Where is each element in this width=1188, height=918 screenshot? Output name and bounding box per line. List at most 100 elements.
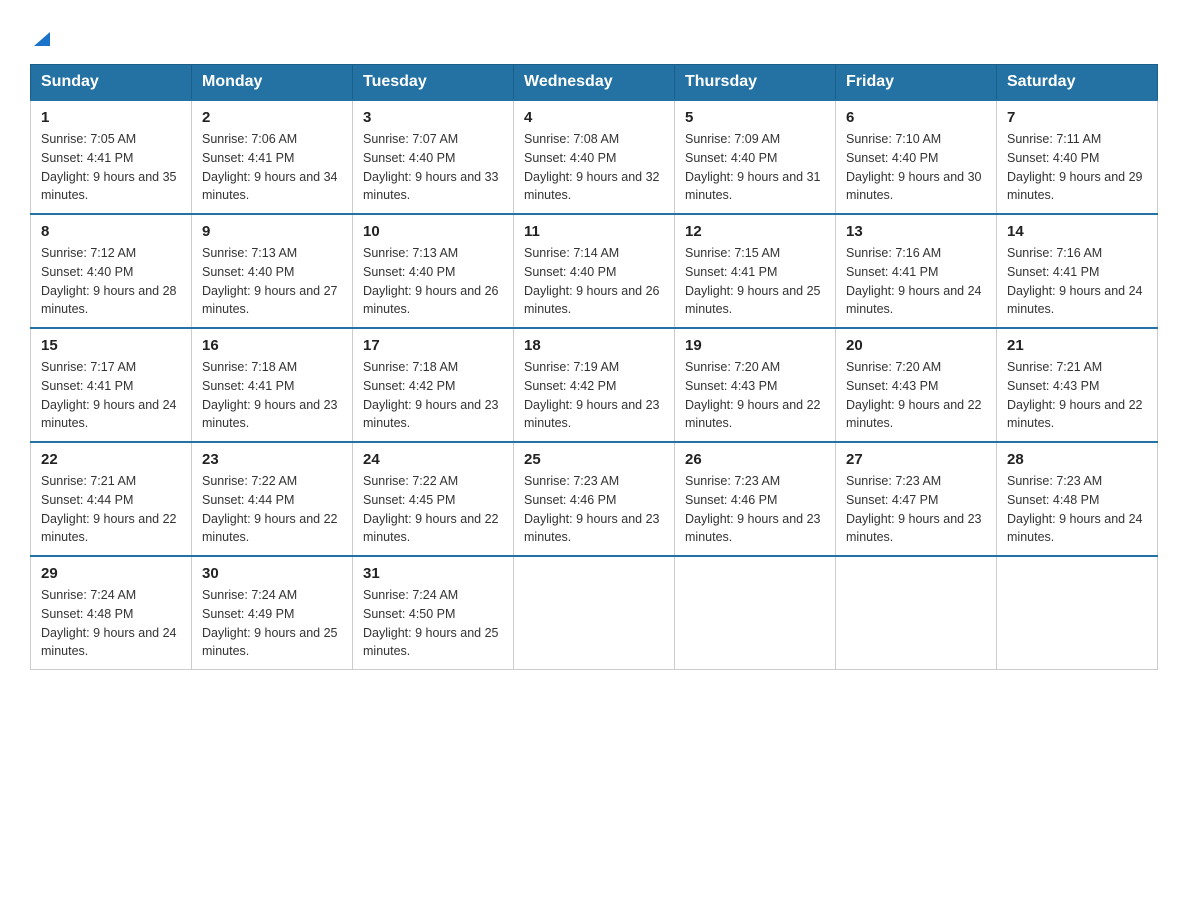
calendar-cell: 5 Sunrise: 7:09 AM Sunset: 4:40 PM Daylight… <box>675 100 836 214</box>
sunset-text: Sunset: 4:49 PM <box>202 607 294 621</box>
calendar-cell: 14Sunrise: 7:16 AMSunset: 4:41 PMDayligh… <box>997 214 1158 328</box>
calendar-cell: 30Sunrise: 7:24 AMSunset: 4:49 PMDayligh… <box>192 556 353 670</box>
day-info: Sunrise: 7:16 AMSunset: 4:41 PMDaylight:… <box>846 244 986 319</box>
sunrise-text: Sunrise: 7:21 AM <box>41 474 136 488</box>
calendar-header-row: SundayMondayTuesdayWednesdayThursdayFrid… <box>31 65 1158 101</box>
calendar-cell: 9Sunrise: 7:13 AMSunset: 4:40 PMDaylight… <box>192 214 353 328</box>
daylight-text: Daylight: 9 hours and 25 minutes. <box>202 626 338 659</box>
sunset-text: Sunset: 4:40 PM <box>363 151 455 165</box>
sunset-text: Sunset: 4:40 PM <box>363 265 455 279</box>
calendar-cell: 13Sunrise: 7:16 AMSunset: 4:41 PMDayligh… <box>836 214 997 328</box>
sunset-text: Sunset: 4:41 PM <box>41 379 133 393</box>
daylight-text: Daylight: 9 hours and 23 minutes. <box>846 512 982 545</box>
day-number: 17 <box>363 337 503 354</box>
sunset-text: Sunset: 4:41 PM <box>202 151 294 165</box>
calendar-cell <box>514 556 675 670</box>
sunset-text: Sunset: 4:41 PM <box>685 265 777 279</box>
sunrise-text: Sunrise: 7:11 AM <box>1007 132 1101 146</box>
day-info: Sunrise: 7:18 AM Sunset: 4:41 PM Daylight:… <box>202 358 342 433</box>
sunrise-text: Sunrise: 7:20 AM <box>685 360 780 374</box>
sunrise-text: Sunrise: 7:18 AM <box>363 360 458 374</box>
daylight-text: Daylight: 9 hours and 35 minutes. <box>41 170 177 203</box>
sunrise-text: Sunrise: 7:16 AM <box>1007 246 1102 260</box>
day-info: Sunrise: 7:07 AMSunset: 4:40 PMDaylight:… <box>363 130 503 205</box>
day-info: Sunrise: 7:13 AMSunset: 4:40 PMDaylight:… <box>363 244 503 319</box>
logo-blue-text <box>30 20 52 52</box>
calendar-cell: 15Sunrise: 7:17 AMSunset: 4:41 PMDayligh… <box>31 328 192 442</box>
calendar-table: SundayMondayTuesdayWednesdayThursdayFrid… <box>30 64 1158 670</box>
day-number: 5 <box>685 109 825 126</box>
calendar-header-wednesday: Wednesday <box>514 65 675 101</box>
calendar-cell: 16 Sunrise: 7:18 AM Sunset: 4:41 PM Dayligh… <box>192 328 353 442</box>
daylight-text: Daylight: 9 hours and 25 minutes. <box>363 626 499 659</box>
calendar-cell: 29Sunrise: 7:24 AMSunset: 4:48 PMDayligh… <box>31 556 192 670</box>
day-info: Sunrise: 7:17 AMSunset: 4:41 PMDaylight:… <box>41 358 181 433</box>
sunset-text: Sunset: 4:43 PM <box>685 379 777 393</box>
daylight-text: Daylight: 9 hours and 22 minutes. <box>363 512 499 545</box>
sunrise-text: Sunrise: 7:21 AM <box>1007 360 1102 374</box>
day-number: 14 <box>1007 223 1147 240</box>
calendar-header-thursday: Thursday <box>675 65 836 101</box>
sunrise-text: Sunrise: 7:18 AM <box>202 360 297 374</box>
sunrise-text: Sunrise: 7:24 AM <box>202 588 297 602</box>
day-number: 6 <box>846 109 986 126</box>
sunset-text: Sunset: 4:41 PM <box>202 379 294 393</box>
calendar-cell: 7Sunrise: 7:11 AMSunset: 4:40 PMDaylight… <box>997 100 1158 214</box>
daylight-text: Daylight: 9 hours and 33 minutes. <box>363 170 499 203</box>
calendar-week-row: 15Sunrise: 7:17 AMSunset: 4:41 PMDayligh… <box>31 328 1158 442</box>
day-number: 20 <box>846 337 986 354</box>
calendar-header-tuesday: Tuesday <box>353 65 514 101</box>
calendar-week-row: 22Sunrise: 7:21 AMSunset: 4:44 PMDayligh… <box>31 442 1158 556</box>
sunrise-text: Sunrise: 7:24 AM <box>363 588 458 602</box>
sunset-text: Sunset: 4:48 PM <box>1007 493 1099 507</box>
daylight-text: Daylight: 9 hours and 27 minutes. <box>202 284 338 317</box>
day-info: Sunrise: 7:08 AMSunset: 4:40 PMDaylight:… <box>524 130 664 205</box>
sunrise-text: Sunrise: 7:09 AM <box>685 132 780 146</box>
day-info: Sunrise: 7:22 AMSunset: 4:44 PMDaylight:… <box>202 472 342 547</box>
calendar-cell: 18Sunrise: 7:19 AMSunset: 4:42 PMDayligh… <box>514 328 675 442</box>
calendar-cell: 20 Sunrise: 7:20 AMSunset: 4:43 PMDayligh… <box>836 328 997 442</box>
sunrise-text: Sunrise: 7:22 AM <box>363 474 458 488</box>
day-info: Sunrise: 7:18 AMSunset: 4:42 PMDaylight:… <box>363 358 503 433</box>
sunset-text: Sunset: 4:41 PM <box>846 265 938 279</box>
calendar-cell: 11Sunrise: 7:14 AMSunset: 4:40 PMDayligh… <box>514 214 675 328</box>
calendar-cell: 19Sunrise: 7:20 AMSunset: 4:43 PMDayligh… <box>675 328 836 442</box>
daylight-text: Daylight: 9 hours and 23 minutes. <box>685 512 821 545</box>
calendar-cell: 22Sunrise: 7:21 AMSunset: 4:44 PMDayligh… <box>31 442 192 556</box>
sunset-text: Sunset: 4:47 PM <box>846 493 938 507</box>
sunrise-text: Sunrise: 7:24 AM <box>41 588 136 602</box>
calendar-cell: 17 Sunrise: 7:18 AMSunset: 4:42 PMDayligh… <box>353 328 514 442</box>
calendar-cell <box>997 556 1158 670</box>
daylight-text: Daylight: 9 hours and 23 minutes. <box>524 398 660 431</box>
calendar-week-row: 1Sunrise: 7:05 AMSunset: 4:41 PMDaylight… <box>31 100 1158 214</box>
sunset-text: Sunset: 4:40 PM <box>685 151 777 165</box>
day-info: Sunrise: 7:20 AMSunset: 4:43 PMDaylight:… <box>846 358 986 433</box>
logo <box>30 20 52 54</box>
sunset-text: Sunset: 4:45 PM <box>363 493 455 507</box>
calendar-cell <box>675 556 836 670</box>
daylight-text: Daylight: 9 hours and 29 minutes. <box>1007 170 1143 203</box>
day-number: 25 <box>524 451 664 468</box>
calendar-cell: 26Sunrise: 7:23 AMSunset: 4:46 PMDayligh… <box>675 442 836 556</box>
daylight-text: Daylight: 9 hours and 24 minutes. <box>1007 284 1143 317</box>
day-number: 27 <box>846 451 986 468</box>
calendar-header-saturday: Saturday <box>997 65 1158 101</box>
calendar-week-row: 8Sunrise: 7:12 AMSunset: 4:40 PMDaylight… <box>31 214 1158 328</box>
day-number: 16 <box>202 337 342 354</box>
calendar-week-row: 29Sunrise: 7:24 AMSunset: 4:48 PMDayligh… <box>31 556 1158 670</box>
day-info: Sunrise: 7:06 AMSunset: 4:41 PMDaylight:… <box>202 130 342 205</box>
daylight-text: Daylight: 9 hours and 22 minutes. <box>41 512 177 545</box>
daylight-text: Daylight: 9 hours and 30 minutes. <box>846 170 982 203</box>
daylight-text: Daylight: 9 hours and 23 minutes. <box>202 398 338 431</box>
calendar-cell: 8Sunrise: 7:12 AMSunset: 4:40 PMDaylight… <box>31 214 192 328</box>
day-number: 2 <box>202 109 342 126</box>
daylight-text: Daylight: 9 hours and 22 minutes. <box>202 512 338 545</box>
daylight-text: Daylight: 9 hours and 31 minutes. <box>685 170 821 203</box>
calendar-cell: 6Sunrise: 7:10 AMSunset: 4:40 PMDaylight… <box>836 100 997 214</box>
day-info: Sunrise: 7:14 AMSunset: 4:40 PMDaylight:… <box>524 244 664 319</box>
sunset-text: Sunset: 4:43 PM <box>846 379 938 393</box>
day-info: Sunrise: 7:09 AM Sunset: 4:40 PM Daylight:… <box>685 130 825 205</box>
calendar-cell: 25Sunrise: 7:23 AMSunset: 4:46 PMDayligh… <box>514 442 675 556</box>
sunset-text: Sunset: 4:40 PM <box>524 151 616 165</box>
sunset-text: Sunset: 4:44 PM <box>202 493 294 507</box>
